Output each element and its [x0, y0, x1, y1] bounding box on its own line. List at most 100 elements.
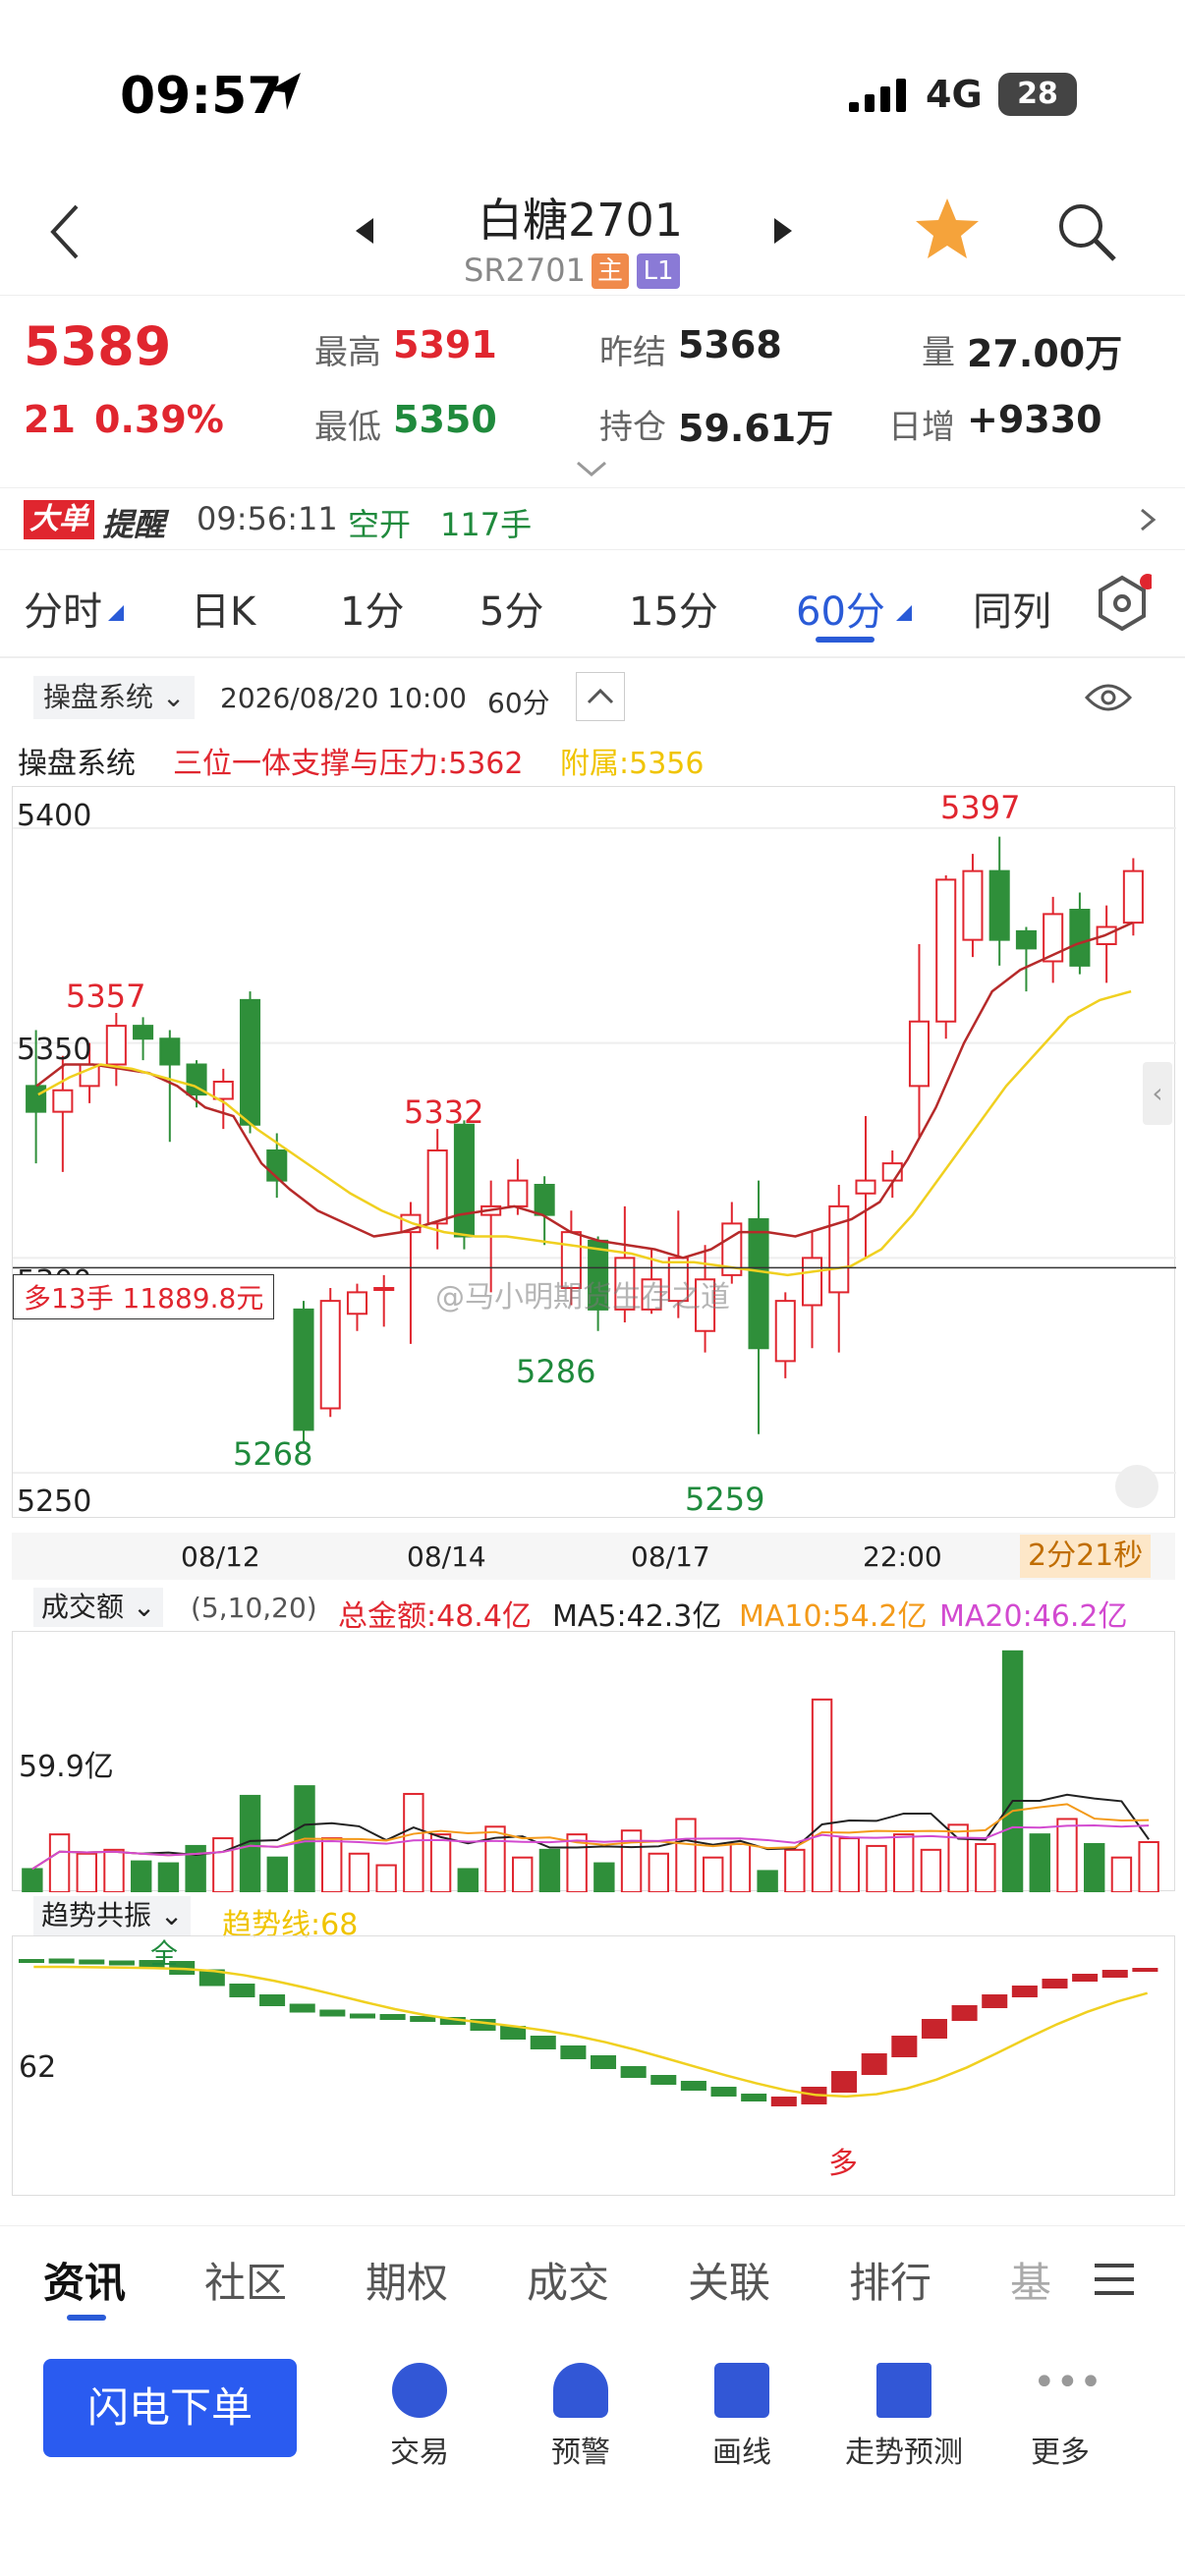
volume-bar [920, 1848, 942, 1892]
volume-bar [1001, 1650, 1024, 1892]
trade-button[interactable]: 交易 [346, 2363, 493, 2471]
trend-bar [741, 2094, 767, 2101]
low-value: 5350 [393, 398, 497, 441]
volume-bar [648, 1852, 669, 1892]
favorite-star-icon[interactable] [914, 196, 981, 265]
trend-bar [379, 2014, 406, 2020]
volume-selector[interactable]: 成交额 ⌄ [33, 1588, 164, 1627]
collapse-button[interactable] [576, 672, 625, 721]
trend-line [33, 1965, 1149, 2099]
fullscreen-icon[interactable] [1115, 1465, 1158, 1508]
trend-bar [48, 1958, 75, 1964]
volume-bar [1084, 1842, 1105, 1892]
volume-bar [403, 1792, 424, 1892]
alert-button[interactable]: 预警 [507, 2363, 654, 2471]
volume-bar [1110, 1856, 1133, 1892]
tab-same-list[interactable]: 同列 [973, 580, 1051, 637]
candle-body [346, 1291, 368, 1316]
more-label: 更多 [1031, 2436, 1090, 2470]
menu-icon[interactable] [1095, 2262, 1134, 2301]
volume-bar [811, 1698, 833, 1892]
big-order-alert[interactable]: 大单 提醒 09:56:11 空开 117手 [0, 487, 1185, 550]
volume-value: 27.00万 [967, 332, 1123, 375]
trend-bar [921, 2019, 947, 2039]
contract-title: 白糖2701 [478, 194, 684, 247]
kline-chart[interactable]: 5400 5350 5300 5250 5357 5332 5397 5268 … [12, 786, 1176, 1519]
last-price: 5389 [24, 315, 172, 377]
forecast-button[interactable]: 走势预测 [825, 2363, 983, 2471]
tab-ranking[interactable]: 排行 [849, 2250, 931, 2310]
tab-daily-k[interactable]: 日K [191, 580, 255, 637]
time-label: 08/12 [181, 1540, 260, 1573]
more-button[interactable]: ••• 更多 [987, 2363, 1134, 2471]
back-icon[interactable] [45, 202, 85, 265]
trend-bar [19, 1959, 45, 1963]
tab-community[interactable]: 社区 [204, 2250, 287, 2310]
trend-bar [229, 1984, 255, 1997]
tab-60min[interactable]: 60分 [796, 580, 885, 637]
prev-settle-label: 昨结 [599, 333, 666, 372]
position-box[interactable]: 多13手 11889.8元 [13, 1274, 275, 1319]
tab-5min[interactable]: 5分 [480, 580, 543, 637]
tab-1min[interactable]: 1分 [340, 580, 404, 637]
trend-bar [560, 2045, 587, 2059]
volume-bar [675, 1818, 697, 1892]
trend-chart[interactable]: 62 全 多 [12, 1935, 1175, 2196]
watermark: @马小明期货生存之道 [435, 1280, 730, 1315]
volume-chart[interactable]: 59.9亿 [12, 1631, 1175, 1892]
search-icon[interactable] [1055, 200, 1118, 267]
prev-contract-icon[interactable] [354, 216, 377, 250]
volume-bar [757, 1870, 778, 1892]
trend-axis-label: 62 [19, 2050, 57, 2085]
candle-body [319, 1300, 341, 1410]
contract-code: SR2701 [464, 252, 586, 289]
volume-ma10: MA10:54.2亿 [739, 1599, 928, 1634]
volume-label: 量 [922, 333, 955, 372]
low-mark: 5286 [516, 1353, 596, 1390]
trend-bar [1132, 1968, 1158, 1972]
tab-fundamental[interactable]: 基 [1010, 2250, 1051, 2310]
chart-period: 60分 [487, 687, 550, 719]
candle-body [373, 1287, 395, 1291]
volume-svg [22, 1650, 1159, 1892]
kline-svg [13, 826, 1176, 1475]
volume-bar [703, 1856, 724, 1892]
alert-qty: 117手 [440, 506, 533, 543]
tab-news[interactable]: 资讯 [43, 2250, 126, 2310]
tab-trades[interactable]: 成交 [527, 2250, 609, 2310]
volume-bar [1056, 1818, 1078, 1892]
trend-bar [951, 2005, 978, 2021]
side-collapse-handle[interactable]: ‹ [1143, 1062, 1172, 1125]
tab-related[interactable]: 关联 [688, 2250, 770, 2310]
flash-order-button[interactable]: 闪电下单 [43, 2359, 297, 2457]
quote-panel: 5389 21 0.39% 最高 5391 最低 5350 昨结 5368 持仓… [0, 295, 1185, 487]
alert-label: 预警 [551, 2436, 610, 2470]
volume-bar [838, 1837, 860, 1892]
trend-selector[interactable]: 趋势共振 ⌄ [33, 1896, 192, 1935]
candle-body [239, 998, 261, 1126]
alert-type: 空开 [348, 506, 412, 543]
tab-timeshare[interactable]: 分时 [24, 580, 102, 637]
volume-ma5: MA5:42.3亿 [552, 1599, 722, 1634]
expand-chevron-icon[interactable] [574, 459, 609, 482]
trend-bar [1072, 1974, 1099, 1982]
next-contract-icon[interactable] [770, 216, 794, 250]
time-axis: 08/12 08/14 08/17 22:00 2分21秒 [12, 1533, 1175, 1580]
price-change: 21 [24, 398, 76, 441]
candle-body [507, 1179, 529, 1207]
trend-svg [19, 1958, 1158, 2106]
tab-15min[interactable]: 15分 [629, 580, 718, 637]
volume-bar [512, 1856, 534, 1892]
settings-hexagon-icon[interactable] [1093, 574, 1156, 637]
eye-icon[interactable] [1084, 680, 1133, 719]
volume-bar [1138, 1841, 1159, 1892]
prev-settle-value: 5368 [678, 323, 782, 366]
time-label: 08/14 [407, 1540, 486, 1573]
tab-options[interactable]: 期权 [366, 2250, 448, 2310]
draw-button[interactable]: 画线 [668, 2363, 816, 2471]
candle-body [801, 1257, 823, 1307]
chart-header: 操盘系统 ⌄ 2026/08/20 10:00 60分 操盘系统 三位一体支撑与… [0, 668, 1185, 786]
price-axis-label: 5400 [17, 799, 92, 833]
price-axis-label: 5250 [17, 1484, 92, 1519]
system-selector[interactable]: 操盘系统 ⌄ [33, 676, 196, 719]
